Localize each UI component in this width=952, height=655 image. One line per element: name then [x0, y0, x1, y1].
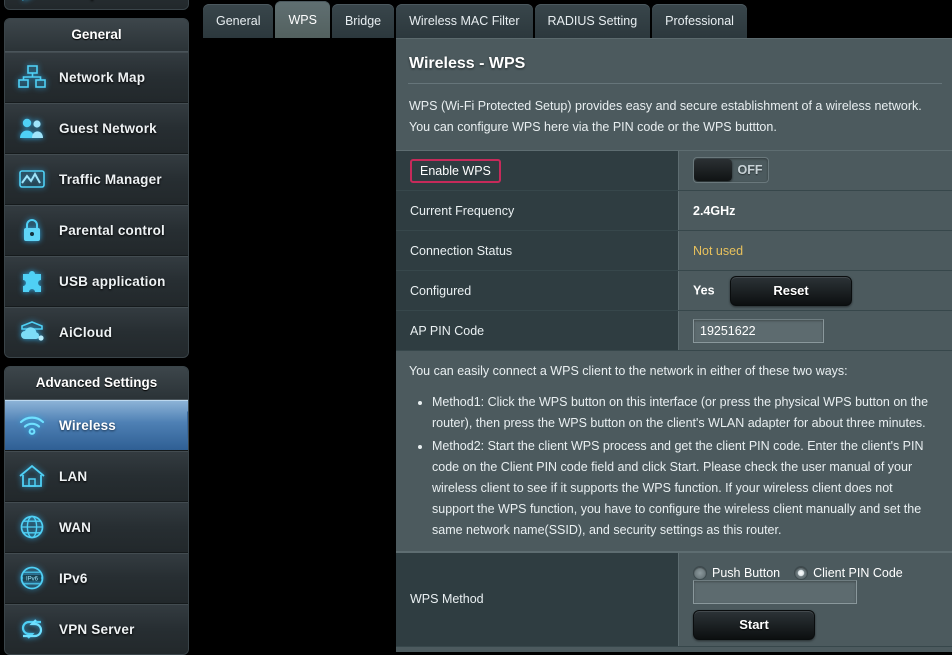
sidebar-group-title: Advanced Settings [5, 367, 188, 400]
sidebar-item-vpn-server[interactable]: VPN Server [5, 604, 188, 654]
sidebar-item-label: Wireless [59, 418, 116, 433]
sidebar-item-traffic-manager[interactable]: Traffic Manager [5, 154, 188, 205]
sidebar-item-usb-application[interactable]: USB application [5, 256, 188, 307]
howto-method-list: Method1: Click the WPS button on this in… [396, 392, 952, 541]
vpn-arrows-icon [5, 616, 59, 642]
sidebar-item-lan[interactable]: LAN [5, 451, 188, 502]
status-badge: Not used [693, 244, 743, 258]
pencil-icon [5, 0, 59, 5]
house-icon [5, 463, 59, 489]
toggle-knob [694, 159, 732, 181]
sidebar-item-guest-network[interactable]: Guest Network [5, 103, 188, 154]
table-row-connection-status: Connection Status Not used [396, 231, 952, 271]
network-map-icon [5, 64, 59, 90]
wps-method-table: WPS Method Push Button Client PIN Code St… [396, 552, 952, 647]
connection-status-value-cell: Not used [679, 231, 952, 271]
lock-icon [5, 217, 59, 243]
svg-text:IPv6: IPv6 [26, 576, 39, 582]
ap-pin-code-label: AP PIN Code [396, 311, 679, 351]
ipv6-globe-icon: IPv6 [5, 565, 59, 591]
toggle-state-label: OFF [732, 163, 768, 177]
sidebar-item-wan[interactable]: WAN [5, 502, 188, 553]
sidebar-item-label: VPN Server [59, 622, 135, 637]
sidebar-item-network-map[interactable]: Network Map [5, 52, 188, 103]
sidebar-item-label: Network Map [59, 70, 145, 85]
tab-bridge[interactable]: Bridge [332, 4, 394, 38]
cloud-icon [5, 319, 59, 345]
sidebar-group-setup: Setup [4, 0, 189, 10]
start-button[interactable]: Start [693, 610, 815, 640]
wifi-icon [5, 412, 59, 438]
tab-professional[interactable]: Professional [652, 4, 747, 38]
globe-icon [5, 514, 59, 540]
traffic-manager-icon [5, 166, 59, 192]
tab-bar: General WPS Bridge Wireless MAC Filter R… [193, 0, 952, 38]
page-title: Wireless - WPS [396, 39, 952, 83]
wps-method-label: WPS Method [396, 553, 679, 647]
reset-button[interactable]: Reset [730, 276, 852, 306]
page-intro-text: WPS (Wi-Fi Protected Setup) provides eas… [396, 84, 952, 150]
table-row-wps-method: WPS Method Push Button Client PIN Code St… [396, 553, 952, 647]
configured-value-cell: Yes Reset [679, 271, 952, 311]
guest-network-icon [5, 115, 59, 141]
current-frequency-label: Current Frequency [396, 191, 679, 231]
table-row-current-frequency: Current Frequency 2.4GHz [396, 191, 952, 231]
sidebar-item-label: WAN [59, 520, 91, 535]
list-item: Method2: Start the client WPS process an… [432, 436, 934, 541]
router-admin-window: Setup General Network Map [0, 0, 952, 652]
howto-intro: You can easily connect a WPS client to t… [396, 351, 952, 386]
wps-method-value-cell: Push Button Client PIN Code Start [679, 553, 952, 647]
sidebar-item-aicloud[interactable]: AiCloud [5, 307, 188, 357]
radio-push-button-label: Push Button [712, 566, 780, 580]
sidebar-item-label: IPv6 [59, 571, 88, 586]
enable-wps-value-cell: OFF [679, 151, 952, 191]
sidebar-item-ipv6[interactable]: IPv6 IPv6 [5, 553, 188, 604]
sidebar-group-advanced-settings: Advanced Settings Wireless [4, 366, 189, 655]
puzzle-icon [5, 268, 59, 294]
ap-pin-code-input[interactable] [693, 319, 824, 343]
tab-general[interactable]: General [203, 4, 273, 38]
sidebar-item-label: Traffic Manager [59, 172, 162, 187]
sidebar-item-label: USB application [59, 274, 166, 289]
wps-start-row: Start [693, 604, 952, 640]
sidebar: Setup General Network Map [0, 0, 193, 652]
configured-label: Configured [396, 271, 679, 311]
wps-method-options-row: Push Button Client PIN Code [693, 559, 952, 604]
configured-value: Yes [693, 283, 715, 297]
current-frequency-value: 2.4GHz [679, 191, 952, 231]
sidebar-item-wireless[interactable]: Wireless [5, 400, 188, 451]
radio-client-pin-code[interactable] [794, 566, 808, 580]
table-row-enable-wps: Enable WPS OFF [396, 151, 952, 191]
content-panel: Wireless - WPS WPS (Wi-Fi Protected Setu… [396, 38, 952, 652]
sidebar-item-label: LAN [59, 469, 87, 484]
sidebar-item-label: AiCloud [59, 325, 112, 340]
list-item: Method1: Click the WPS button on this in… [432, 392, 934, 434]
client-pin-code-input[interactable] [693, 580, 857, 604]
enable-wps-label: Enable WPS [410, 159, 501, 183]
enable-wps-label-cell: Enable WPS [396, 151, 679, 191]
tab-wps[interactable]: WPS [275, 1, 329, 38]
ap-pin-code-value-cell [679, 311, 952, 351]
wps-settings-table: Enable WPS OFF Current Frequency 2.4GHz [396, 150, 952, 351]
tab-radius-setting[interactable]: RADIUS Setting [535, 4, 651, 38]
table-row-configured: Configured Yes Reset [396, 271, 952, 311]
enable-wps-toggle[interactable]: OFF [693, 157, 769, 183]
sidebar-group-general: General Network Map [4, 18, 189, 358]
tab-wireless-mac-filter[interactable]: Wireless MAC Filter [396, 4, 532, 38]
sidebar-item-label: Guest Network [59, 121, 157, 136]
sidebar-item-label: Parental control [59, 223, 165, 238]
table-row-ap-pin-code: AP PIN Code [396, 311, 952, 351]
sidebar-group-title: General [5, 19, 188, 52]
radio-push-button[interactable] [693, 566, 707, 580]
main-area: General WPS Bridge Wireless MAC Filter R… [193, 0, 952, 652]
sidebar-item-setup[interactable]: Setup [5, 0, 188, 9]
connection-status-label: Connection Status [396, 231, 679, 271]
radio-client-pin-code-label: Client PIN Code [813, 566, 903, 580]
sidebar-item-parental-control[interactable]: Parental control [5, 205, 188, 256]
